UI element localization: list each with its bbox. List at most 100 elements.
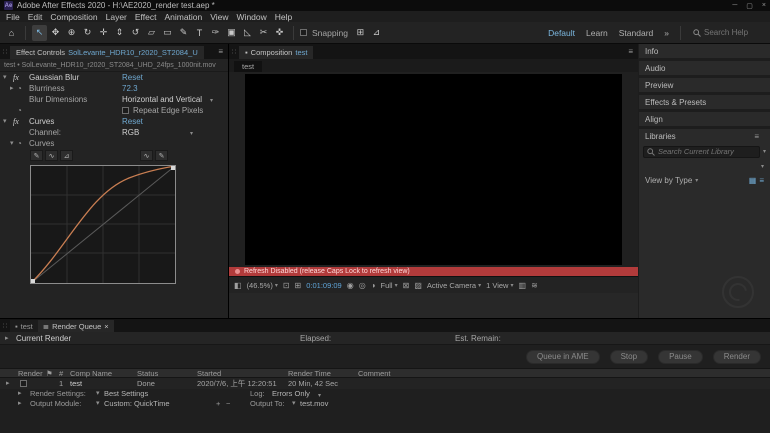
menu-edit[interactable]: Edit <box>24 12 47 22</box>
column-status[interactable]: Status <box>137 369 158 378</box>
orbit-camera-tool-icon[interactable]: ↻ <box>80 25 95 41</box>
stop-button[interactable]: Stop <box>610 350 648 364</box>
stopwatch-icon[interactable]: ◔ <box>17 105 22 116</box>
channel-dropdown[interactable]: RGB <box>122 127 139 138</box>
pan-camera-tool-icon[interactable]: ✛ <box>96 25 111 41</box>
render-button[interactable]: Render <box>713 350 761 364</box>
pen-tool-icon[interactable]: ✎ <box>176 25 191 41</box>
effect-name-curves[interactable]: Curves <box>29 116 54 127</box>
menu-animation[interactable]: Animation <box>160 12 206 22</box>
column-render[interactable]: Render <box>18 369 43 378</box>
fx-badge-icon[interactable]: fx <box>13 72 19 83</box>
home-tool-icon[interactable]: ⌂ <box>4 25 19 41</box>
column-number[interactable]: # <box>59 369 63 378</box>
libraries-header[interactable]: Libraries ≡ <box>639 129 770 143</box>
flag-column-icon[interactable]: ⚑ <box>46 369 53 378</box>
composition-tab[interactable]: ▪ Composition test <box>239 46 313 59</box>
workspace-overflow-icon[interactable]: » <box>659 28 674 38</box>
hand-tool-icon[interactable]: ✥ <box>48 25 63 41</box>
column-started[interactable]: Started <box>197 369 221 378</box>
timeline-tab-test[interactable]: ▪ test <box>10 320 38 332</box>
menu-file[interactable]: File <box>2 12 24 22</box>
dolly-camera-tool-icon[interactable]: ⇕ <box>112 25 127 41</box>
curves-auto-icon[interactable]: ✎ <box>155 150 168 161</box>
maximize-icon[interactable]: ▢ <box>746 2 753 10</box>
type-tool-icon[interactable]: T <box>192 25 207 41</box>
panel-grip-icon[interactable]: ∷ <box>229 44 239 59</box>
panel-align[interactable]: Align <box>639 112 770 126</box>
twirl-closed-icon[interactable]: ▸ <box>10 83 14 94</box>
menu-effect[interactable]: Effect <box>131 12 161 22</box>
view-by-type-label[interactable]: View by Type <box>645 176 692 185</box>
shape-tool-icon[interactable]: ▭ <box>160 25 175 41</box>
twirl-closed-icon[interactable]: ▸ <box>18 399 22 409</box>
panel-preview[interactable]: Preview <box>639 78 770 92</box>
column-render-time[interactable]: Render Time <box>288 369 331 378</box>
fast-previews-icon[interactable]: ≋ <box>531 281 538 290</box>
region-of-interest-icon[interactable]: ⊠ <box>403 281 410 290</box>
column-comp-name[interactable]: Comp Name <box>70 369 112 378</box>
blur-dimensions-dropdown[interactable]: Horizontal and Vertical <box>122 94 202 105</box>
help-search-input[interactable] <box>704 28 762 37</box>
eraser-tool-icon[interactable]: ◺ <box>240 25 255 41</box>
menu-help[interactable]: Help <box>271 12 296 22</box>
effect-name-gaussian-blur[interactable]: Gaussian Blur <box>29 72 79 83</box>
pan-behind-tool-icon[interactable]: ▱ <box>144 25 159 41</box>
menu-window[interactable]: Window <box>233 12 271 22</box>
grid-view-icon[interactable]: ▦ <box>749 176 757 185</box>
curves-graph[interactable] <box>30 165 176 284</box>
minimize-icon[interactable]: ─ <box>732 2 737 10</box>
snap-grid-icon[interactable]: ⊞ <box>353 25 368 41</box>
magnification-dropdown[interactable]: (46.5%) ▾ <box>247 281 278 290</box>
twirl-closed-icon[interactable]: ▸ <box>6 378 10 389</box>
transparency-grid-icon[interactable]: ▨ <box>414 281 422 290</box>
current-time-display[interactable]: 0:01:09:09 <box>306 281 341 290</box>
curves-smooth-icon[interactable]: ∿ <box>140 150 153 161</box>
snapping-checkbox[interactable] <box>300 29 307 36</box>
log-dropdown[interactable]: Errors Only <box>272 389 310 399</box>
resolution-dropdown[interactable]: Full ▾ <box>381 281 398 290</box>
popup-icon[interactable]: ▾ <box>292 399 296 409</box>
reset-link[interactable]: Reset <box>122 116 143 127</box>
output-module-value[interactable]: Custom: QuickTime <box>104 399 170 409</box>
camera-dropdown[interactable]: Active Camera ▾ <box>427 281 481 290</box>
render-queue-tab[interactable]: ≣ Render Queue × <box>38 320 114 332</box>
puppet-pin-tool-icon[interactable]: ✜ <box>272 25 287 41</box>
menu-view[interactable]: View <box>206 12 232 22</box>
panel-menu-icon[interactable]: ≡ <box>623 47 638 56</box>
brush-tool-icon[interactable]: ✑ <box>208 25 223 41</box>
workspace-learn[interactable]: Learn <box>581 28 613 38</box>
output-to-value[interactable]: test.mov <box>300 399 328 409</box>
snapshot-icon[interactable]: ◉ <box>347 281 354 290</box>
panel-grip-icon[interactable]: ∷ <box>0 319 10 332</box>
twirl-closed-icon[interactable]: ▸ <box>18 389 22 399</box>
curves-bezier-tool-icon[interactable]: ∿ <box>45 150 58 161</box>
twirl-open-icon[interactable]: ▾ <box>3 116 7 127</box>
stopwatch-icon[interactable]: ◔ <box>17 83 22 94</box>
zoom-tool-icon[interactable]: ⊕ <box>64 25 79 41</box>
list-view-icon[interactable]: ≡ <box>759 176 764 185</box>
clone-stamp-tool-icon[interactable]: ▣ <box>224 25 239 41</box>
twirl-open-icon[interactable]: ▾ <box>10 138 14 149</box>
blurriness-value[interactable]: 72.3 <box>122 83 138 94</box>
workspace-default[interactable]: Default <box>543 28 580 38</box>
queue-in-ame-button[interactable]: Queue in AME <box>526 350 600 364</box>
popup-icon[interactable]: ▾ <box>96 399 100 409</box>
panel-effects-presets[interactable]: Effects & Presets <box>639 95 770 109</box>
remove-output-module-icon[interactable]: − <box>226 399 230 409</box>
pause-button[interactable]: Pause <box>658 350 703 364</box>
roto-brush-tool-icon[interactable]: ✂ <box>256 25 271 41</box>
workspace-standard[interactable]: Standard <box>614 28 659 38</box>
stopwatch-icon[interactable]: ◔ <box>17 138 22 149</box>
chevron-down-icon[interactable]: ▾ <box>761 163 764 170</box>
show-channel-icon[interactable]: ◑ <box>371 281 376 290</box>
menu-composition[interactable]: Composition <box>46 12 101 22</box>
grid-guides-icon[interactable]: ⊞ <box>295 281 302 290</box>
reset-link[interactable]: Reset <box>122 72 143 83</box>
fx-badge-icon[interactable]: fx <box>13 116 19 127</box>
render-item-checkbox[interactable] <box>20 380 27 387</box>
snap-angle-icon[interactable]: ⊿ <box>369 25 384 41</box>
rotation-tool-icon[interactable]: ↺ <box>128 25 143 41</box>
panel-menu-icon[interactable]: ≡ <box>749 132 764 141</box>
show-snapshot-icon[interactable]: ◎ <box>359 281 366 290</box>
